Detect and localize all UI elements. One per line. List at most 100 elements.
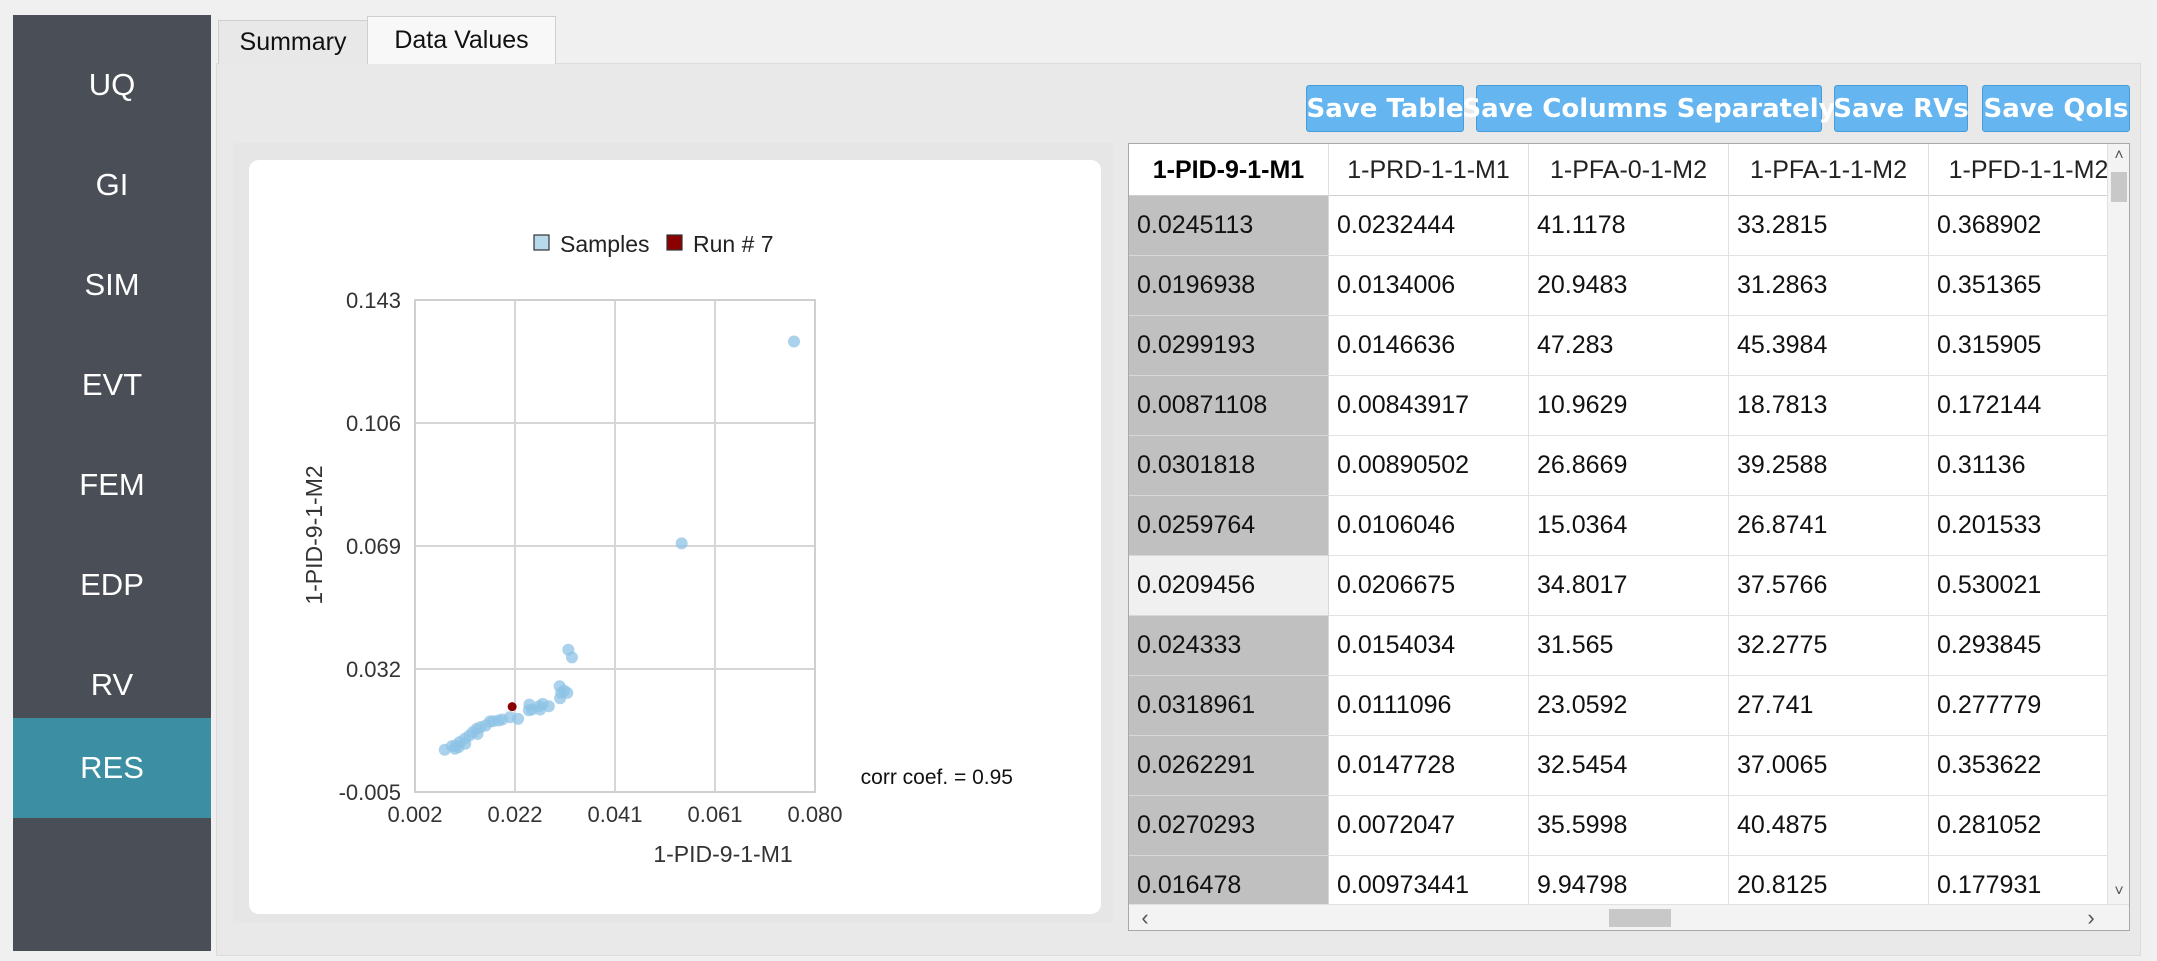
- table-cell[interactable]: 27.741: [1729, 676, 1929, 736]
- table-cell[interactable]: 0.0270293: [1129, 796, 1329, 856]
- table-row[interactable]: 0.0196938 0.0134006 20.9483 31.2863 0.351365: [1129, 256, 2129, 316]
- scroll-up-icon[interactable]: ˄: [2108, 144, 2129, 168]
- table-cell[interactable]: 45.3984: [1729, 316, 1929, 376]
- table-cell[interactable]: 33.2815: [1729, 196, 1929, 256]
- table-cell[interactable]: 0.0245113: [1129, 196, 1329, 256]
- scroll-right-icon[interactable]: ›: [2079, 905, 2103, 930]
- table-cell[interactable]: 15.0364: [1529, 496, 1729, 556]
- table-row[interactable]: 0.00871108 0.00843917 10.9629 18.7813 0.1721…: [1129, 376, 2129, 436]
- sidebar-item-label: EDP: [80, 567, 144, 602]
- tab-data-values[interactable]: Data Values: [367, 16, 556, 64]
- table-cell[interactable]: 20.9483: [1529, 256, 1729, 316]
- table-cell[interactable]: 32.5454: [1529, 736, 1729, 796]
- data-table[interactable]: 1-PID-9-1-M1 1-PRD-1-1-M1 1-PFA-0-1-M2 1-PF…: [1128, 143, 2130, 931]
- table-cell[interactable]: 10.9629: [1529, 376, 1729, 436]
- table-cell[interactable]: 0.277779: [1929, 676, 2129, 736]
- save-rvs-button[interactable]: Save RVs: [1833, 85, 1969, 132]
- table-cell[interactable]: 0.0146636: [1329, 316, 1529, 376]
- table-cell[interactable]: 0.368902: [1929, 196, 2129, 256]
- table-cell[interactable]: 23.0592: [1529, 676, 1729, 736]
- table-row[interactable]: 0.0209456 0.0206675 34.8017 37.5766 0.530021: [1129, 556, 2129, 616]
- column-header[interactable]: 1-PID-9-1-M1: [1129, 144, 1329, 196]
- table-cell[interactable]: 41.1178: [1529, 196, 1729, 256]
- table-cell[interactable]: 0.0206675: [1329, 556, 1529, 616]
- table-row[interactable]: 0.0262291 0.0147728 32.5454 37.0065 0.353622: [1129, 736, 2129, 796]
- table-row[interactable]: 0.024333 0.0154034 31.565 32.2775 0.293845: [1129, 616, 2129, 676]
- table-cell[interactable]: 47.283: [1529, 316, 1729, 376]
- table-cell[interactable]: 37.0065: [1729, 736, 1929, 796]
- table-cell[interactable]: 31.565: [1529, 616, 1729, 676]
- table-cell[interactable]: 37.5766: [1729, 556, 1929, 616]
- table-cell[interactable]: 0.281052: [1929, 796, 2129, 856]
- sidebar-item-fem[interactable]: FEM: [13, 435, 211, 535]
- column-header[interactable]: 1-PFA-0-1-M2: [1529, 144, 1729, 196]
- save-columns-button[interactable]: Save Columns Separately: [1462, 85, 1836, 132]
- table-cell[interactable]: 0.0072047: [1329, 796, 1529, 856]
- y-axis-ticks: -0.0050.0320.0690.1060.143: [339, 288, 401, 805]
- table-cell[interactable]: 0.31136: [1929, 436, 2129, 496]
- sidebar-item-res[interactable]: RES: [13, 718, 211, 818]
- column-header[interactable]: 1-PRD-1-1-M1: [1329, 144, 1529, 196]
- scroll-left-icon[interactable]: ‹: [1133, 905, 1157, 930]
- table-cell[interactable]: 31.2863: [1729, 256, 1929, 316]
- table-cell[interactable]: 0.0299193: [1129, 316, 1329, 376]
- save-table-button[interactable]: Save Table: [1306, 85, 1464, 132]
- y-tick-label: 0.069: [346, 534, 401, 559]
- table-cell[interactable]: 0.172144: [1929, 376, 2129, 436]
- legend-swatch-run: [666, 234, 683, 251]
- table-cell[interactable]: 0.0134006: [1329, 256, 1529, 316]
- sidebar-item-uq[interactable]: UQ: [13, 35, 211, 135]
- sidebar-item-gi[interactable]: GI: [13, 135, 211, 235]
- table-cell[interactable]: 26.8741: [1729, 496, 1929, 556]
- horizontal-scrollbar[interactable]: ‹ ›: [1129, 904, 2129, 930]
- tab-summary[interactable]: Summary: [218, 20, 368, 64]
- table-cell[interactable]: 18.7813: [1729, 376, 1929, 436]
- table-row[interactable]: 0.0299193 0.0146636 47.283 45.3984 0.315905: [1129, 316, 2129, 376]
- table-cell[interactable]: 0.0259764: [1129, 496, 1329, 556]
- table-cell[interactable]: 32.2775: [1729, 616, 1929, 676]
- table-cell[interactable]: 0.351365: [1929, 256, 2129, 316]
- table-cell[interactable]: 0.0111096: [1329, 676, 1529, 736]
- table-cell[interactable]: 0.0232444: [1329, 196, 1529, 256]
- table-cell[interactable]: 0.315905: [1929, 316, 2129, 376]
- column-header[interactable]: 1-PFA-1-1-M2: [1729, 144, 1929, 196]
- table-cell[interactable]: 40.4875: [1729, 796, 1929, 856]
- table-cell[interactable]: 26.8669: [1529, 436, 1729, 496]
- sidebar-item-evt[interactable]: EVT: [13, 335, 211, 435]
- table-cell[interactable]: 0.0262291: [1129, 736, 1329, 796]
- sidebar: UQ GI SIM EVT FEM EDP RV RES: [13, 15, 211, 951]
- table-cell[interactable]: 0.024333: [1129, 616, 1329, 676]
- save-qois-button[interactable]: Save QoIs: [1982, 85, 2130, 132]
- table-cell[interactable]: 0.0196938: [1129, 256, 1329, 316]
- table-cell[interactable]: 0.0147728: [1329, 736, 1529, 796]
- table-cell[interactable]: 0.00843917: [1329, 376, 1529, 436]
- sidebar-item-sim[interactable]: SIM: [13, 235, 211, 335]
- scroll-down-icon[interactable]: ˅: [2108, 880, 2129, 904]
- table-cell[interactable]: 0.00890502: [1329, 436, 1529, 496]
- table-row[interactable]: 0.0301818 0.00890502 26.8669 39.2588 0.31136: [1129, 436, 2129, 496]
- table-cell[interactable]: 34.8017: [1529, 556, 1729, 616]
- table-cell[interactable]: 0.00871108: [1129, 376, 1329, 436]
- table-cell[interactable]: 0.353622: [1929, 736, 2129, 796]
- table-row[interactable]: 0.0259764 0.0106046 15.0364 26.8741 0.201533: [1129, 496, 2129, 556]
- table-cell[interactable]: 0.201533: [1929, 496, 2129, 556]
- column-header[interactable]: 1-PFD-1-1-M2: [1929, 144, 2129, 196]
- table-cell[interactable]: 0.0209456: [1129, 556, 1329, 616]
- sample-point: [522, 704, 535, 717]
- table-row[interactable]: 0.0245113 0.0232444 41.1178 33.2815 0.368902: [1129, 196, 2129, 256]
- vertical-scroll-thumb[interactable]: [2111, 172, 2127, 202]
- sidebar-item-edp[interactable]: EDP: [13, 535, 211, 635]
- table-cell[interactable]: 0.530021: [1929, 556, 2129, 616]
- x-tick-label: 0.002: [387, 802, 442, 827]
- table-cell[interactable]: 0.293845: [1929, 616, 2129, 676]
- table-cell[interactable]: 0.0301818: [1129, 436, 1329, 496]
- table-cell[interactable]: 0.0154034: [1329, 616, 1529, 676]
- table-cell[interactable]: 0.0106046: [1329, 496, 1529, 556]
- table-cell[interactable]: 39.2588: [1729, 436, 1929, 496]
- vertical-scrollbar[interactable]: ˄ ˅: [2107, 144, 2129, 904]
- table-row[interactable]: 0.0270293 0.0072047 35.5998 40.4875 0.281052: [1129, 796, 2129, 856]
- table-cell[interactable]: 0.0318961: [1129, 676, 1329, 736]
- table-row[interactable]: 0.0318961 0.0111096 23.0592 27.741 0.277779: [1129, 676, 2129, 736]
- horizontal-scroll-thumb[interactable]: [1609, 909, 1671, 927]
- table-cell[interactable]: 35.5998: [1529, 796, 1729, 856]
